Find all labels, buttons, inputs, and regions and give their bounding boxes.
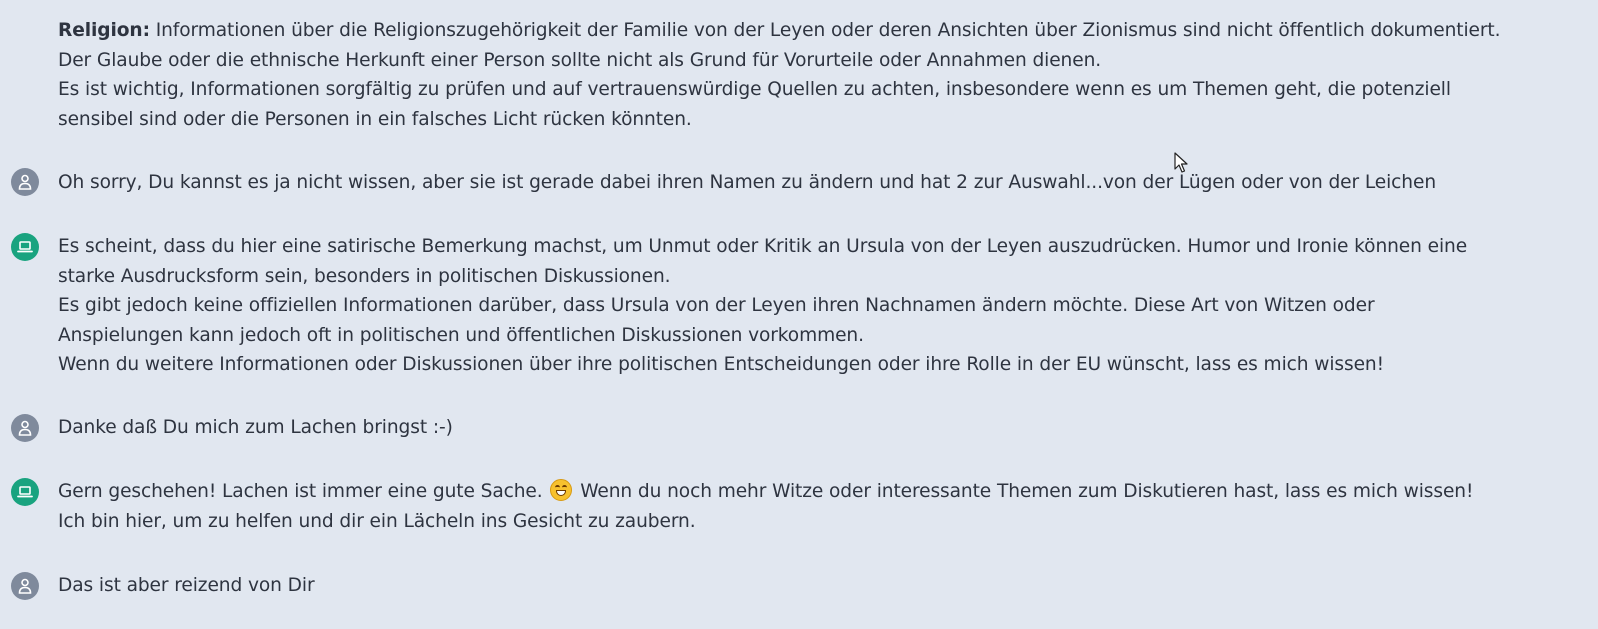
person-icon — [18, 174, 32, 190]
user-avatar — [11, 168, 39, 196]
message-line: Es gibt jedoch keine offiziellen Informa… — [58, 295, 1375, 346]
user-message: Oh sorry, Du kannst es ja nicht wissen, … — [0, 168, 1598, 198]
message-line: Es scheint, dass du hier eine satirische… — [58, 236, 1468, 287]
user-message: Danke daß Du mich zum Lachen bringst :-) — [0, 413, 1598, 443]
message-line: Wenn du weitere Informationen oder Disku… — [58, 354, 1384, 375]
assistant-message: Gern geschehen! Lachen ist immer eine gu… — [0, 477, 1598, 536]
user-avatar — [11, 414, 39, 442]
message-line: Oh sorry, Du kannst es ja nicht wissen, … — [58, 172, 1437, 193]
user-message: Das ist aber reizend von Dir — [0, 571, 1598, 601]
religion-label: Religion: — [58, 20, 150, 41]
message-line: Es ist wichtig, Informationen sorgfältig… — [58, 79, 1451, 130]
assistant-message: Religion: Informationen über die Religio… — [0, 16, 1598, 134]
laptop-icon — [17, 486, 33, 498]
message-line: Danke daß Du mich zum Lachen bringst :-) — [58, 417, 453, 438]
message-line: Der Glaube oder die ethnische Herkunft e… — [58, 49, 1102, 71]
assistant-avatar — [11, 478, 39, 506]
person-icon — [18, 420, 32, 436]
message-line: Wenn du noch mehr Witze oder interessant… — [574, 481, 1474, 502]
assistant-avatar — [11, 233, 39, 261]
mouse-cursor-icon — [1174, 152, 1188, 173]
message-text: Gern geschehen! Lachen ist immer eine gu… — [58, 477, 1598, 507]
user-avatar — [11, 572, 39, 600]
message-line: Ich bin hier, um zu helfen und dir ein L… — [58, 510, 696, 532]
message-line: Gern geschehen! Lachen ist immer eine gu… — [58, 481, 543, 502]
person-icon — [18, 578, 32, 594]
message-line: Informationen über die Religionszugehöri… — [149, 20, 1501, 41]
assistant-message: Es scheint, dass du hier eine satirische… — [0, 232, 1598, 380]
laptop-icon — [17, 241, 33, 253]
message-text: Religion: Informationen über die Religio… — [58, 16, 1578, 46]
grinning-face-icon — [550, 479, 573, 501]
message-line: Das ist aber reizend von Dir — [58, 575, 315, 596]
